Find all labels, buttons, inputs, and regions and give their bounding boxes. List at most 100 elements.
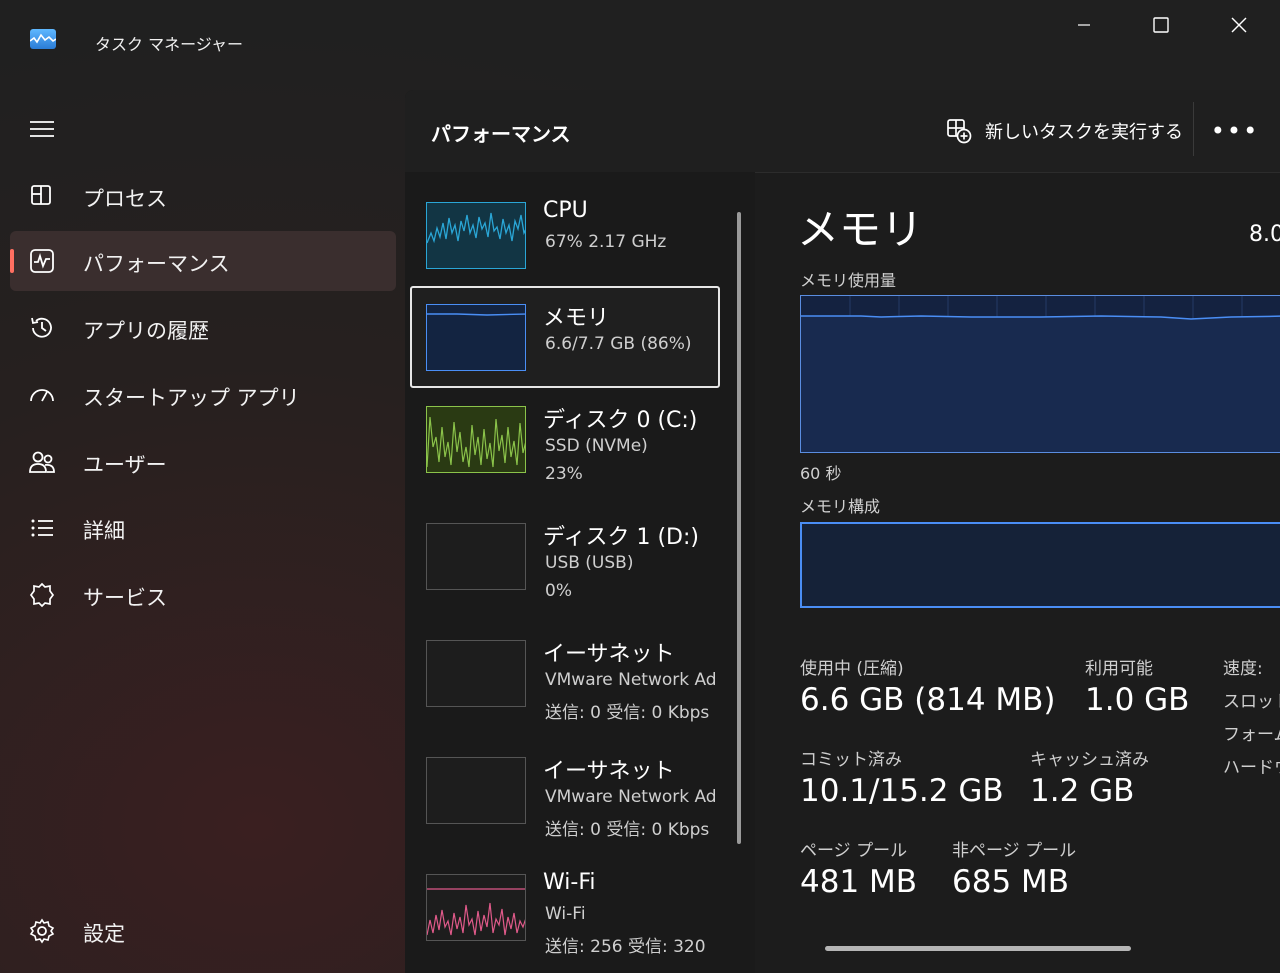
memory-usage-graph <box>800 295 1280 453</box>
cached-label: キャッシュ済み <box>1030 750 1149 770</box>
committed-value: 10.1/15.2 GB <box>800 773 1004 809</box>
services-icon <box>28 581 56 609</box>
sidebar-item-processes[interactable]: プロセス <box>10 166 396 226</box>
page-title: パフォーマンス <box>431 122 571 146</box>
processes-icon <box>28 182 56 210</box>
horizontal-scrollbar[interactable] <box>825 946 1131 951</box>
sidebar-item-label: パフォーマンス <box>83 252 230 276</box>
perf-item-detail: VMware Network Ad <box>545 787 717 807</box>
minimize-button[interactable] <box>1045 0 1123 50</box>
perf-item-disk-0[interactable]: ディスク 0 (C:) SSD (NVMe) 23% <box>410 390 720 492</box>
window-title: タスク マネージャー <box>95 35 243 54</box>
detail-title: メモリ <box>797 205 924 254</box>
composition-label: メモリ構成 <box>800 497 881 516</box>
memory-composition-bar <box>800 522 1280 608</box>
sidebar-item-startup-apps[interactable]: スタートアップ アプリ <box>10 365 396 425</box>
memory-mini-graph <box>426 304 526 371</box>
perf-item-detail: VMware Network Ad <box>545 670 717 690</box>
navigation-sidebar: プロセス パフォーマンス アプリの履歴 スタートアップ アプリ ユーザー 詳細 <box>0 100 405 973</box>
nonpaged-pool-label: 非ページ プール <box>952 841 1077 861</box>
perf-item-wifi[interactable]: Wi-Fi Wi-Fi 送信: 256 受信: 320 <box>410 858 720 960</box>
available-value: 1.0 GB <box>1085 682 1190 718</box>
perf-item-usage: 0% <box>545 581 572 601</box>
perf-item-cpu[interactable]: CPU 67% 2.17 GHz <box>410 186 720 288</box>
total-memory: 8.0 <box>1249 222 1280 247</box>
perf-item-name: ディスク 0 (C:) <box>543 408 698 433</box>
cpu-mini-graph <box>426 202 526 269</box>
sidebar-item-label: サービス <box>83 586 167 610</box>
paged-pool-value: 481 MB <box>800 864 918 900</box>
perf-item-name: メモリ <box>543 306 610 331</box>
sidebar-item-settings[interactable]: 設定 <box>10 901 396 961</box>
performance-icon <box>28 247 56 275</box>
sidebar-item-label: アプリの履歴 <box>83 319 209 343</box>
wifi-mini-graph <box>426 874 526 941</box>
perf-item-memory[interactable]: メモリ 6.6/7.7 GB (86%) <box>410 286 720 388</box>
title-bar: タスク マネージャー <box>0 0 1280 54</box>
command-bar-divider <box>1193 102 1194 156</box>
active-indicator <box>10 249 14 273</box>
perf-item-disk-1[interactable]: ディスク 1 (D:) USB (USB) 0% <box>410 507 720 609</box>
list-scrollbar[interactable] <box>737 212 741 844</box>
perf-item-name: イーサネット <box>543 759 675 784</box>
sidebar-item-users[interactable]: ユーザー <box>10 432 396 492</box>
hamburger-icon <box>30 121 54 137</box>
sidebar-item-details[interactable]: 詳細 <box>10 498 396 558</box>
nonpaged-pool-value: 685 MB <box>952 864 1070 900</box>
sidebar-item-label: ユーザー <box>83 453 167 477</box>
perf-item-throughput: 送信: 0 受信: 0 Kbps <box>545 703 710 723</box>
new-task-icon <box>947 119 972 144</box>
disk-0-mini-graph <box>426 406 526 473</box>
sidebar-item-label: スタートアップ アプリ <box>83 386 300 410</box>
more-options-button[interactable]: ••• <box>1211 116 1257 146</box>
startup-icon <box>28 381 56 409</box>
ethernet-1-mini-graph <box>426 640 526 707</box>
hardware-reserved-label: ハードウ <box>1223 758 1280 778</box>
in-use-label: 使用中 (圧縮) <box>800 659 904 679</box>
ethernet-2-mini-graph <box>426 757 526 824</box>
paged-pool-label: ページ プール <box>800 841 908 861</box>
sidebar-item-app-history[interactable]: アプリの履歴 <box>10 298 396 358</box>
perf-item-name: イーサネット <box>543 642 675 667</box>
gear-icon <box>28 917 56 945</box>
form-factor-label: フォーム <box>1223 725 1280 745</box>
disk-1-mini-graph <box>426 523 526 590</box>
perf-item-name: ディスク 1 (D:) <box>543 525 699 550</box>
close-button[interactable] <box>1200 0 1278 50</box>
slots-label: スロット <box>1223 692 1280 712</box>
minimize-icon <box>1078 24 1090 26</box>
sidebar-item-label: 設定 <box>83 922 125 946</box>
perf-item-throughput: 送信: 0 受信: 0 Kbps <box>545 820 710 840</box>
perf-item-throughput: 送信: 256 受信: 320 <box>545 937 706 957</box>
perf-item-ethernet-1[interactable]: イーサネット VMware Network Ad 送信: 0 受信: 0 Kbp… <box>410 624 720 726</box>
sidebar-item-services[interactable]: サービス <box>10 565 396 625</box>
users-icon <box>28 448 56 476</box>
perf-item-detail: USB (USB) <box>545 553 634 573</box>
sidebar-item-label: 詳細 <box>83 519 125 543</box>
perf-item-name: CPU <box>543 198 588 223</box>
performance-resource-list: CPU 67% 2.17 GHz メモリ 6.6/7.7 GB (86%) ディ… <box>405 172 755 973</box>
details-icon <box>28 514 56 542</box>
memory-detail-panel: メモリ 8.0 メモリ使用量 60 秒 メモリ構成 使用中 (圧縮) 6.6 G… <box>755 172 1280 973</box>
available-label: 利用可能 <box>1085 659 1153 679</box>
task-manager-logo-icon <box>30 29 56 49</box>
cached-value: 1.2 GB <box>1030 773 1135 809</box>
perf-item-detail: 67% 2.17 GHz <box>545 232 667 252</box>
in-use-value: 6.6 GB (814 MB) <box>800 682 1056 718</box>
command-bar: パフォーマンス 新しいタスクを実行する ••• <box>405 90 1280 173</box>
close-icon <box>1231 17 1247 33</box>
perf-item-ethernet-2[interactable]: イーサネット VMware Network Ad 送信: 0 受信: 0 Kbp… <box>410 741 720 843</box>
run-new-task-button[interactable]: 新しいタスクを実行する <box>945 116 1183 146</box>
main-panel: パフォーマンス 新しいタスクを実行する ••• CPU 67% 2.17 GHz… <box>405 90 1280 973</box>
sidebar-item-label: プロセス <box>83 187 167 211</box>
perf-item-detail: 6.6/7.7 GB (86%) <box>545 334 692 354</box>
sidebar-item-performance[interactable]: パフォーマンス <box>10 231 396 291</box>
run-new-task-label: 新しいタスクを実行する <box>985 122 1183 143</box>
menu-toggle-button[interactable] <box>28 114 58 144</box>
perf-item-name: Wi-Fi <box>543 870 596 895</box>
perf-item-detail: SSD (NVMe) <box>545 436 648 456</box>
maximize-button[interactable] <box>1122 0 1200 50</box>
committed-label: コミット済み <box>800 750 902 770</box>
speed-label: 速度: <box>1223 659 1263 679</box>
graph-time-label: 60 秒 <box>800 464 842 483</box>
